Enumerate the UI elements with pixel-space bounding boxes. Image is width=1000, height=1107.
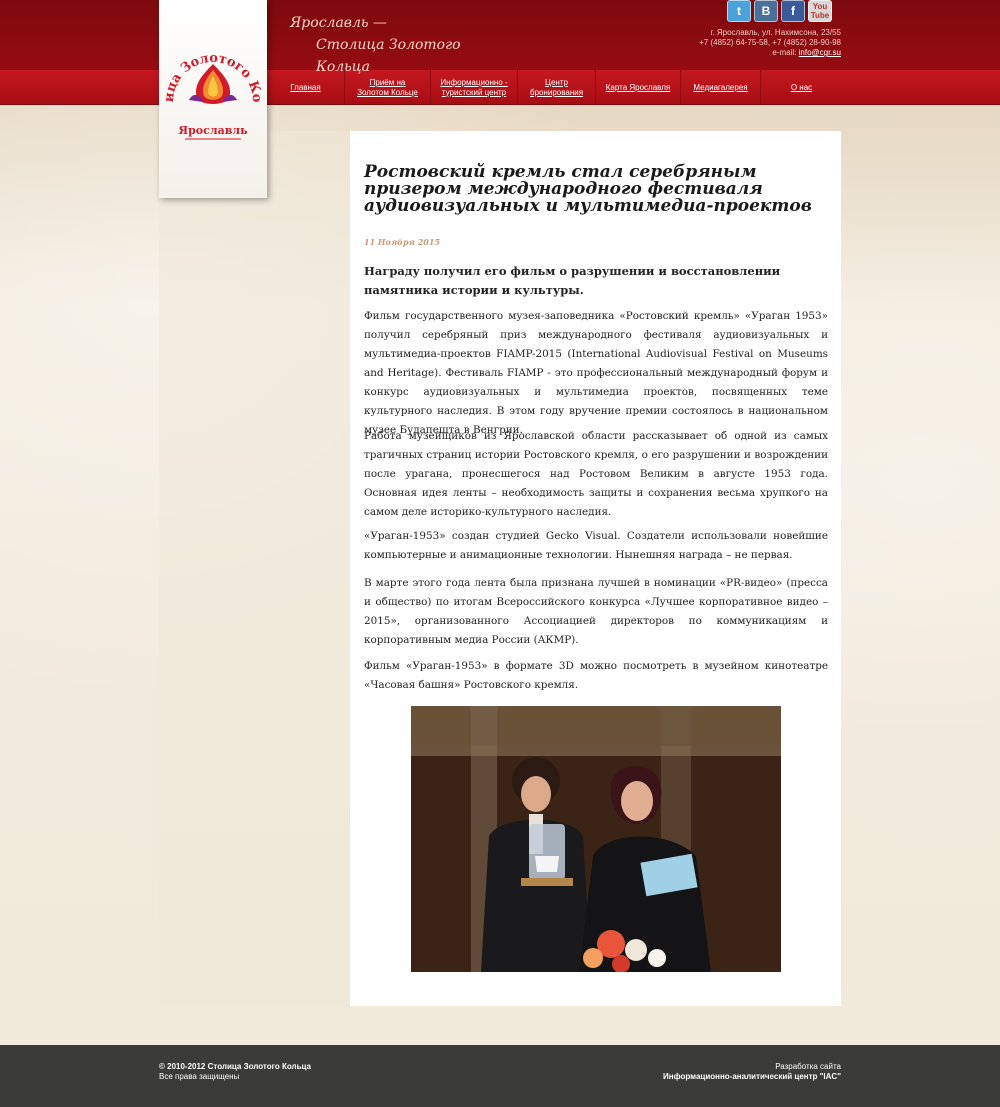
social-links: t B f You Tube: [727, 0, 832, 22]
article-lead: Награду получил его фильм о разрушении и…: [364, 264, 781, 297]
menu-item-media[interactable]: Медиагалерея: [681, 70, 761, 105]
menu-item-map[interactable]: Карта Ярославля: [596, 70, 681, 105]
article-paragraph: Работа музейщиков из Ярославской области…: [364, 430, 828, 518]
footer: [0, 1045, 1000, 1107]
menu-label: Информационно -: [440, 77, 508, 87]
site-logo[interactable]: Столица Золотого Кольца Ярославль: [159, 0, 267, 198]
address-text: г. Ярославль, ул. Нахимсона, 23/55: [710, 28, 841, 37]
article-paragraph: «Ураган-1953» создан студией Gecko Visua…: [364, 530, 828, 561]
article-paragraph: В марте этого года лента была признана л…: [364, 577, 828, 646]
article-date: 11 Ноября 2015: [364, 237, 440, 247]
footer-copyright: © 2010-2012 Столица Золотого Кольца Все …: [159, 1062, 311, 1082]
main-menu: Главная Приём на Золотом Кольце Информац…: [267, 70, 842, 105]
article-paragraph: Фильм «Ураган-1953» в формате 3D можно п…: [364, 660, 828, 691]
email-row: e-mail: info@cgr.su: [621, 48, 841, 58]
logo-emblem-icon: Столица Золотого Кольца Ярославль: [159, 40, 264, 140]
menu-item-booking[interactable]: Центр бронирования: [518, 70, 596, 105]
award-photo-image: [411, 706, 781, 972]
menu-item-tourist-center[interactable]: Информационно - туристский центр: [431, 70, 518, 105]
article-photo: [411, 706, 781, 972]
facebook-icon[interactable]: f: [781, 0, 805, 22]
vk-glyph: B: [761, 4, 771, 18]
email-link[interactable]: info@cgr.su: [799, 48, 841, 57]
menu-label: Карта Ярославля: [605, 82, 671, 92]
logo-bottom-text: Ярославль: [178, 124, 248, 137]
menu-label: О нас: [790, 82, 813, 92]
site-tagline: Ярославль — Столица Золотого Кольца: [288, 12, 508, 75]
youtube-glyph-top: You: [812, 2, 828, 11]
twitter-icon[interactable]: t: [727, 0, 751, 22]
copyright-text: © 2010-2012 Столица Золотого Кольца: [159, 1062, 311, 1071]
menu-item-reception[interactable]: Приём на Золотом Кольце: [345, 70, 431, 105]
twitter-glyph: t: [737, 4, 741, 18]
menu-item-about[interactable]: О нас: [761, 70, 842, 105]
article-title: Ростовский кремль стал серебряным призер…: [364, 162, 812, 216]
menu-label: Золотом Кольце: [357, 87, 418, 97]
sidebar: [159, 131, 350, 1006]
menu-label: туристский центр: [441, 87, 507, 97]
developer-link[interactable]: Информационно-аналитический центр "IAC": [663, 1072, 841, 1081]
menu-label: Приём на: [369, 77, 406, 87]
rights-text: Все права защищены: [159, 1072, 240, 1081]
phones-text: +7 (4852) 64-75-58, +7 (4852) 28-90-98: [699, 38, 841, 47]
menu-label: Медиагалерея: [693, 82, 748, 92]
developer-label: Разработка сайта: [775, 1062, 841, 1071]
menu-label: Главная: [290, 82, 321, 92]
article-paragraph: Фильм государственного музея-заповедника…: [364, 310, 828, 436]
vk-icon[interactable]: B: [754, 0, 778, 22]
footer-developer: Разработка сайта Информационно-аналитиче…: [663, 1062, 841, 1082]
contact-info: г. Ярославль, ул. Нахимсона, 23/55 +7 (4…: [621, 28, 841, 58]
email-label: e-mail:: [772, 48, 797, 57]
youtube-glyph-bottom: Tube: [810, 11, 830, 20]
menu-item-home[interactable]: Главная: [267, 70, 345, 105]
menu-label: бронирования: [529, 87, 584, 97]
menu-label: Центр: [545, 77, 568, 87]
facebook-glyph: f: [791, 4, 795, 18]
tagline-line1: Ярославль —: [290, 15, 387, 31]
youtube-icon[interactable]: You Tube: [808, 0, 832, 22]
